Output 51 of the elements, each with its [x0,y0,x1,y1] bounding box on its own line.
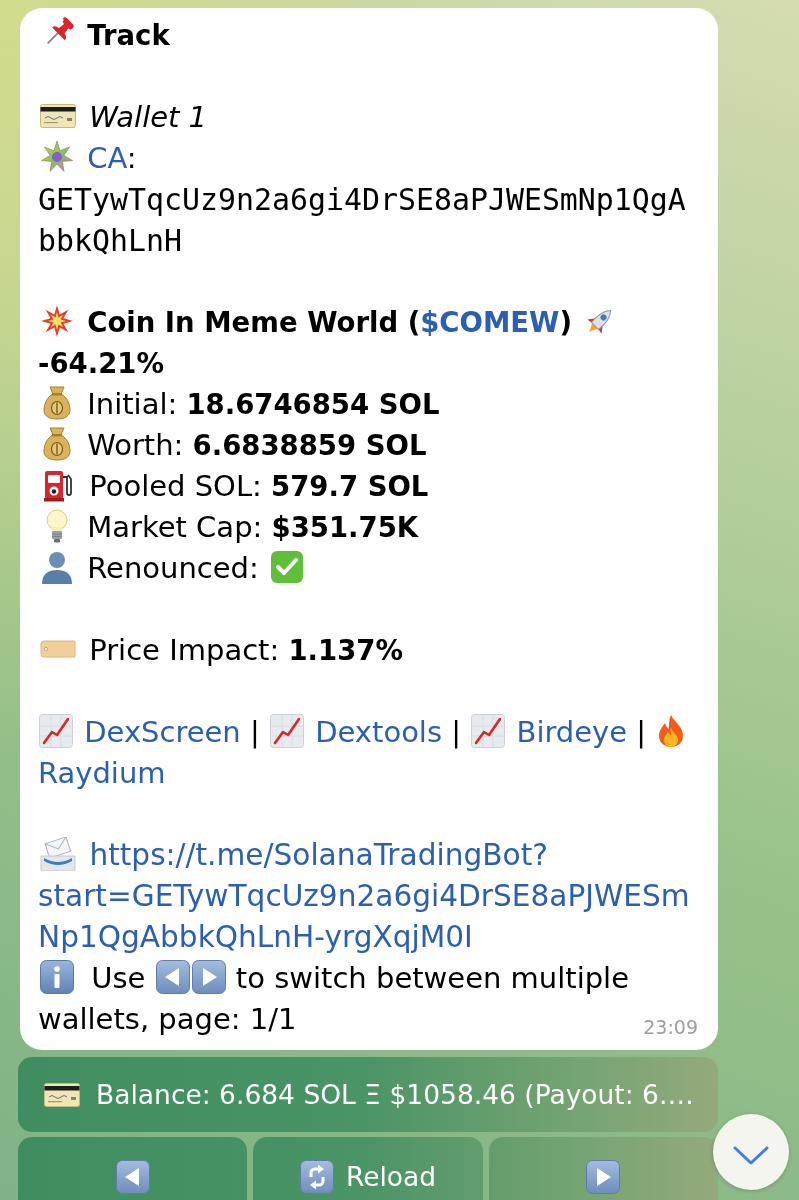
contract-label: CA: [87,141,137,175]
stat-value: $351.75K [271,511,419,543]
burst-icon [40,304,74,338]
price-change: -64.21% [38,347,164,379]
stat-label: Price Impact: [89,633,280,667]
link-separator: | [249,715,260,749]
market-link[interactable]: Raydium [38,756,166,790]
envelope-tray-icon [40,837,76,871]
credit-card-icon [40,104,76,128]
reload-icon [299,1160,334,1194]
previous-button[interactable] [18,1137,248,1200]
star-icon [40,140,74,174]
credit-card-icon [44,1082,81,1107]
chart-increasing-icon [471,714,506,748]
fuel-pump-icon [43,468,73,502]
stat-value: 6.6838859 SOL [192,429,427,461]
money-bag-icon [43,427,71,461]
stat-label: Initial: [87,387,178,421]
stat-value: 579.7 SOL [271,470,429,502]
next-button[interactable] [488,1137,718,1200]
money-bag-icon [43,386,71,420]
chevron-down-icon [733,1145,769,1165]
token-symbol-link[interactable]: $COMEW [420,306,560,338]
light-bulb-icon [45,509,69,543]
message-time: 23:09 [643,1016,698,1038]
chart-increasing-icon [269,714,304,748]
stat-label: Pooled SOL: [89,469,262,503]
market-link[interactable]: Birdeye [516,715,628,749]
stat-value: 1.137% [288,634,403,666]
info-icon [40,960,74,994]
message-title: Track [87,19,170,51]
share-link[interactable]: https://t.me/SolanaTradingBot?start=GETywTqcUz9n2a6gi4DrSE8aPJWESmNp1QgAbbkQhLnH-yrgXqjM0I [38,835,700,958]
market-link[interactable]: DexScreen [84,715,241,749]
stat-value: 18.6746854 SOL [186,388,440,420]
chart-increasing-icon [39,714,73,748]
tag-icon [40,640,76,658]
token-title: Coin In Meme World ($COMEW) [87,306,572,338]
scroll-down-button[interactable] [713,1114,789,1190]
stat-label: Renounced: [87,551,259,585]
contract-link[interactable]: CA [87,141,127,175]
stat-label: Market Cap: [87,510,263,544]
person-silhouette-icon [40,550,74,584]
balance-button[interactable]: Balance: 6.684 SOL Ξ $1058.46 (Payout: 6.… [18,1057,718,1132]
link-separator: | [636,715,647,749]
market-link[interactable]: Dextools [315,715,443,749]
contract-address: GETywTqcUz9n2a6gi4DrSE8aPJWESmNp1QgAbbkQhLnH [38,181,687,260]
hint-text: Use to switch between multiple wallets, page: 1/1 [38,961,629,1036]
stat-label: Worth: [87,428,184,462]
wallet-name: Wallet 1 [89,100,208,134]
link-separator: | [451,715,462,749]
reload-button[interactable]: Reload [253,1137,483,1200]
